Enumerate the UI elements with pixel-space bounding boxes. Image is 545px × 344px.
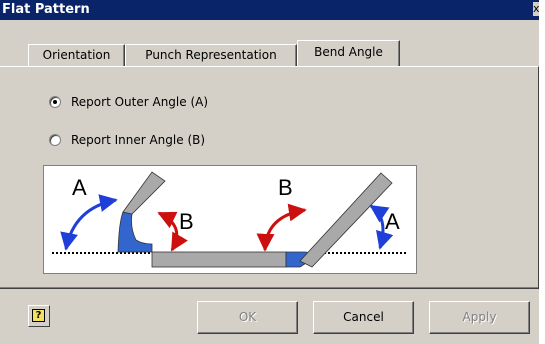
- cancel-button[interactable]: Cancel: [313, 301, 414, 334]
- close-icon[interactable]: x: [533, 2, 539, 16]
- help-button[interactable]: ?: [28, 305, 50, 327]
- tab-panel: [0, 66, 539, 288]
- tab-orientation[interactable]: Orientation: [28, 44, 125, 66]
- tab-bend-angle[interactable]: Bend Angle: [297, 40, 400, 66]
- help-icon: ?: [32, 309, 45, 322]
- apply-button-label: Apply: [462, 310, 497, 324]
- apply-button[interactable]: Apply: [429, 301, 530, 334]
- dialog-title: Flat Pattern: [2, 2, 90, 17]
- ok-button-label: OK: [238, 310, 257, 324]
- title-bar[interactable]: Flat Pattern x: [0, 0, 539, 20]
- tab-punch-representation-label: Punch Representation: [145, 48, 277, 62]
- tab-punch-representation[interactable]: Punch Representation: [125, 44, 297, 66]
- tab-orientation-label: Orientation: [42, 48, 111, 62]
- flat-pattern-dialog: Flat Pattern x Orientation Punch Represe…: [0, 0, 539, 344]
- tab-bend-angle-label: Bend Angle: [314, 45, 383, 59]
- panel-divider-shadow: [0, 288, 539, 289]
- cancel-button-label: Cancel: [343, 310, 384, 324]
- ok-button[interactable]: OK: [197, 301, 298, 334]
